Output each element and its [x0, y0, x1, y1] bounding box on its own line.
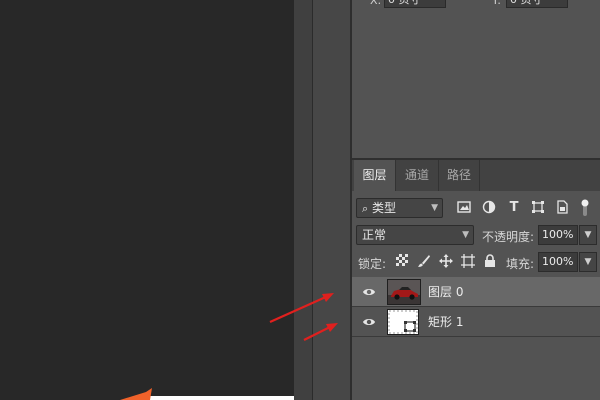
tab-layers[interactable]: 图层	[354, 160, 396, 191]
type-filter-icon[interactable]: T	[506, 200, 522, 216]
properties-panel: X: 0 页寸 Y: 0 页寸	[352, 0, 600, 158]
tab-paths[interactable]: 路径	[439, 160, 480, 191]
blend-mode-select[interactable]: 正常 ▼	[356, 225, 474, 245]
blend-mode-value: 正常	[362, 228, 387, 242]
opacity-dropdown-button[interactable]: ▼	[579, 225, 597, 245]
layer-name[interactable]: 矩形 1	[428, 307, 463, 337]
search-icon: ⌕	[362, 202, 369, 215]
visibility-eye-icon[interactable]	[362, 315, 376, 329]
filter-toggle-icon[interactable]	[580, 198, 590, 216]
blend-opacity-row: 正常 ▼ 不透明度: 100% ▼	[352, 224, 600, 246]
x-label: X:	[370, 0, 382, 7]
opacity-input[interactable]: 100%	[538, 225, 578, 245]
document-canvas-area[interactable]	[0, 0, 294, 400]
x-position-field[interactable]: 0 页寸	[384, 0, 446, 8]
lock-fill-row: 锁定: 填充: 100% ▼	[352, 251, 600, 273]
layers-panel-tabbar: 图层 通道 路径	[352, 160, 600, 191]
layer-filter-row: ⌕ 类型 ▼ T	[352, 197, 600, 219]
annotation-arrow-orange	[120, 388, 152, 400]
shape-filter-icon[interactable]	[530, 200, 546, 216]
opacity-label: 不透明度:	[482, 230, 535, 244]
layer-row-1[interactable]: 矩形 1	[352, 307, 600, 337]
adjustment-filter-icon[interactable]	[481, 200, 497, 216]
lock-image-pixels-icon[interactable]	[416, 254, 432, 270]
fill-input[interactable]: 100%	[538, 252, 578, 272]
layer-thumbnail-car	[387, 279, 421, 305]
layer-row-0[interactable]: 图层 0	[352, 277, 600, 307]
chevron-down-icon: ▼	[462, 230, 469, 240]
filter-kind-label: 类型	[372, 201, 397, 215]
layer-thumbnail-shape	[387, 309, 419, 335]
visibility-eye-icon[interactable]	[362, 285, 376, 299]
chevron-down-icon: ▼	[431, 203, 438, 213]
fill-label: 填充:	[506, 257, 535, 271]
y-position-field[interactable]: 0 页寸	[506, 0, 568, 8]
lock-artboard-icon[interactable]	[460, 254, 476, 270]
lock-label: 锁定:	[358, 257, 387, 271]
smart-object-filter-icon[interactable]	[554, 200, 570, 216]
fill-dropdown-button[interactable]: ▼	[579, 252, 597, 272]
lock-position-icon[interactable]	[438, 254, 454, 270]
lock-all-icon[interactable]	[482, 254, 498, 270]
annotation-arrow-layer-0	[269, 293, 338, 341]
layers-panel: 图层 通道 路径 ⌕ 类型 ▼ T 正常 ▼ 不透明度: 100% ▼ 锁定: …	[352, 160, 600, 400]
lock-transparent-pixels-icon[interactable]	[394, 254, 410, 270]
tab-channels[interactable]: 通道	[396, 160, 439, 191]
filter-kind-select[interactable]: ⌕ 类型 ▼	[356, 198, 443, 218]
y-label: Y:	[492, 0, 501, 7]
image-filter-icon[interactable]	[456, 200, 472, 216]
layer-name[interactable]: 图层 0	[428, 277, 463, 307]
